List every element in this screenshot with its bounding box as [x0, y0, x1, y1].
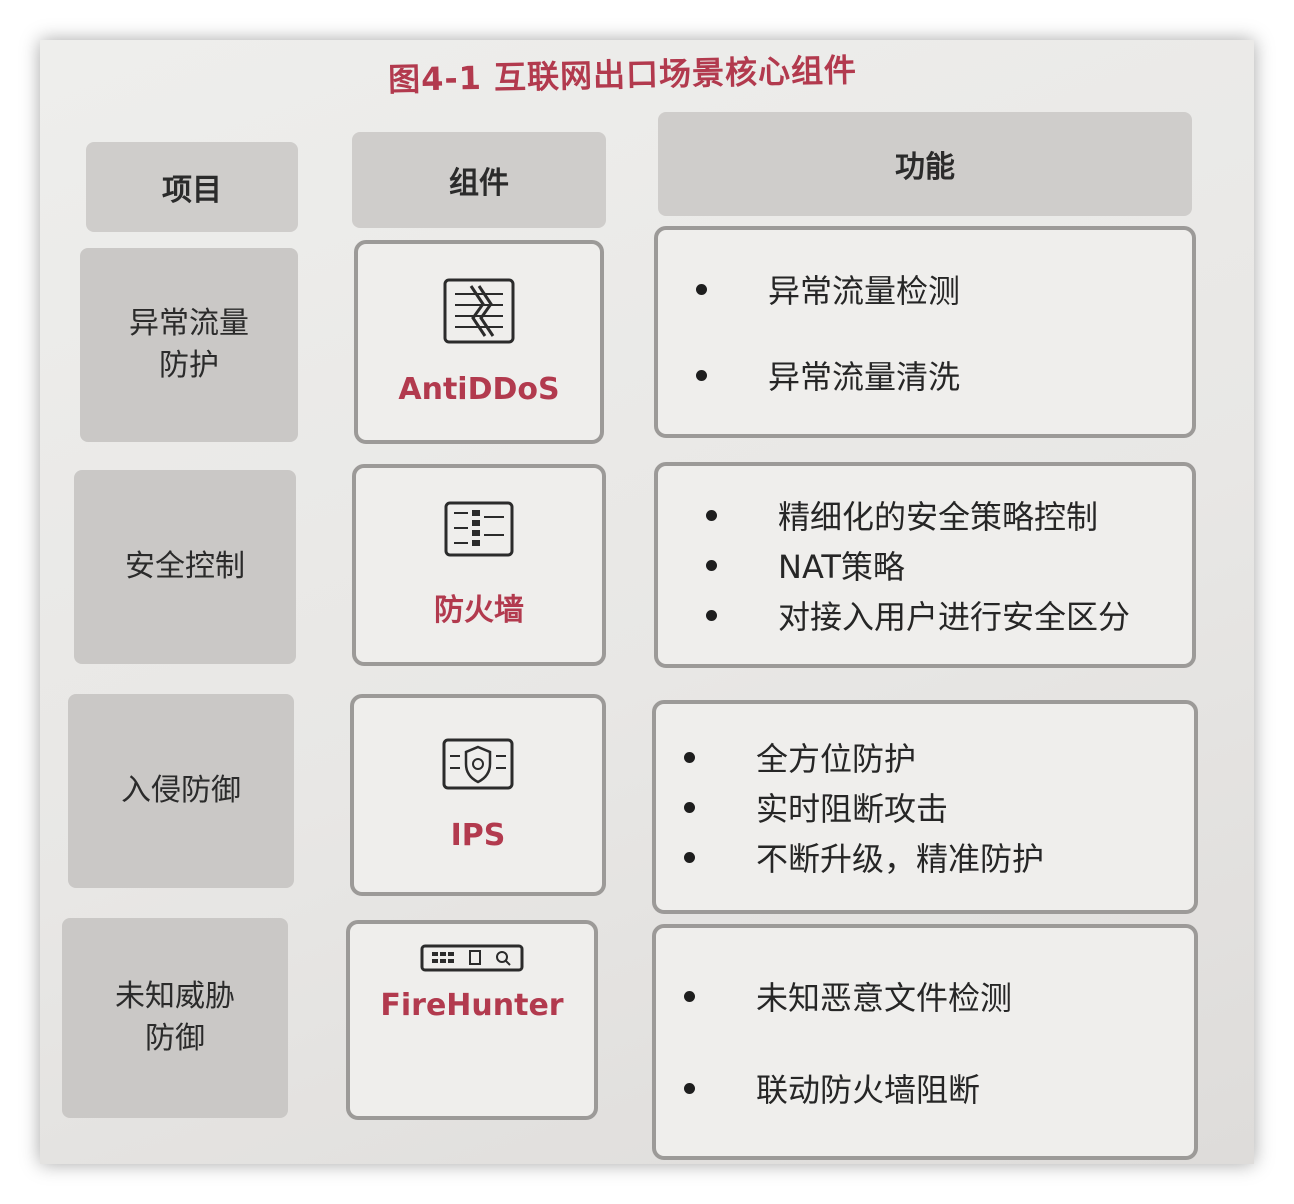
- function-item: 不断升级，精准防护: [684, 834, 1194, 880]
- item-intrusion-prevention: 入侵防御: [68, 694, 294, 888]
- functions-unknown-threat: 未知恶意文件检测 联动防火墙阻断: [652, 924, 1198, 1160]
- item-anomaly-traffic: 异常流量 防护: [80, 248, 298, 442]
- functions-security-control: 精细化的安全策略控制 NAT策略 对接入用户进行安全区分: [654, 462, 1196, 668]
- component-label: 防火墙: [434, 593, 524, 628]
- component-label: IPS: [450, 817, 506, 853]
- item-security-control: 安全控制: [74, 470, 296, 664]
- function-item: 精细化的安全策略控制: [706, 492, 1192, 538]
- antiddos-device-icon: [443, 278, 515, 344]
- function-item: 异常流量检测: [696, 266, 1192, 312]
- component-label: FireHunter: [380, 988, 564, 1023]
- photo-page: 图4-1 互联网出口场景核心组件 项目 组件 功能 异常流量 防护 AntiDD…: [40, 40, 1254, 1164]
- figure-title: 图4-1 互联网出口场景核心组件: [387, 51, 858, 99]
- header-component: 组件: [352, 132, 606, 228]
- function-item: 未知恶意文件检测: [684, 973, 1194, 1019]
- function-item: NAT策略: [706, 542, 1192, 588]
- function-item: 实时阻断攻击: [684, 784, 1194, 830]
- item-unknown-threat: 未知威胁 防御: [62, 918, 288, 1118]
- function-item: 全方位防护: [684, 734, 1194, 780]
- function-item: 异常流量清洗: [696, 352, 1192, 398]
- ips-shield-icon: [442, 738, 514, 790]
- firewall-device-icon: [444, 501, 514, 557]
- function-item: 对接入用户进行安全区分: [706, 592, 1192, 638]
- function-item: 联动防火墙阻断: [684, 1065, 1194, 1111]
- header-item: 项目: [86, 142, 298, 232]
- component-antiddos: AntiDDoS: [354, 240, 604, 444]
- firehunter-device-icon: [420, 944, 524, 972]
- component-firewall: 防火墙: [352, 464, 606, 666]
- functions-anomaly-traffic: 异常流量检测 异常流量清洗: [654, 226, 1196, 438]
- component-ips: IPS: [350, 694, 606, 896]
- functions-intrusion-prevention: 全方位防护 实时阻断攻击 不断升级，精准防护: [652, 700, 1198, 914]
- header-function: 功能: [658, 112, 1192, 216]
- component-firehunter: FireHunter: [346, 920, 598, 1120]
- component-label: AntiDDoS: [398, 371, 560, 407]
